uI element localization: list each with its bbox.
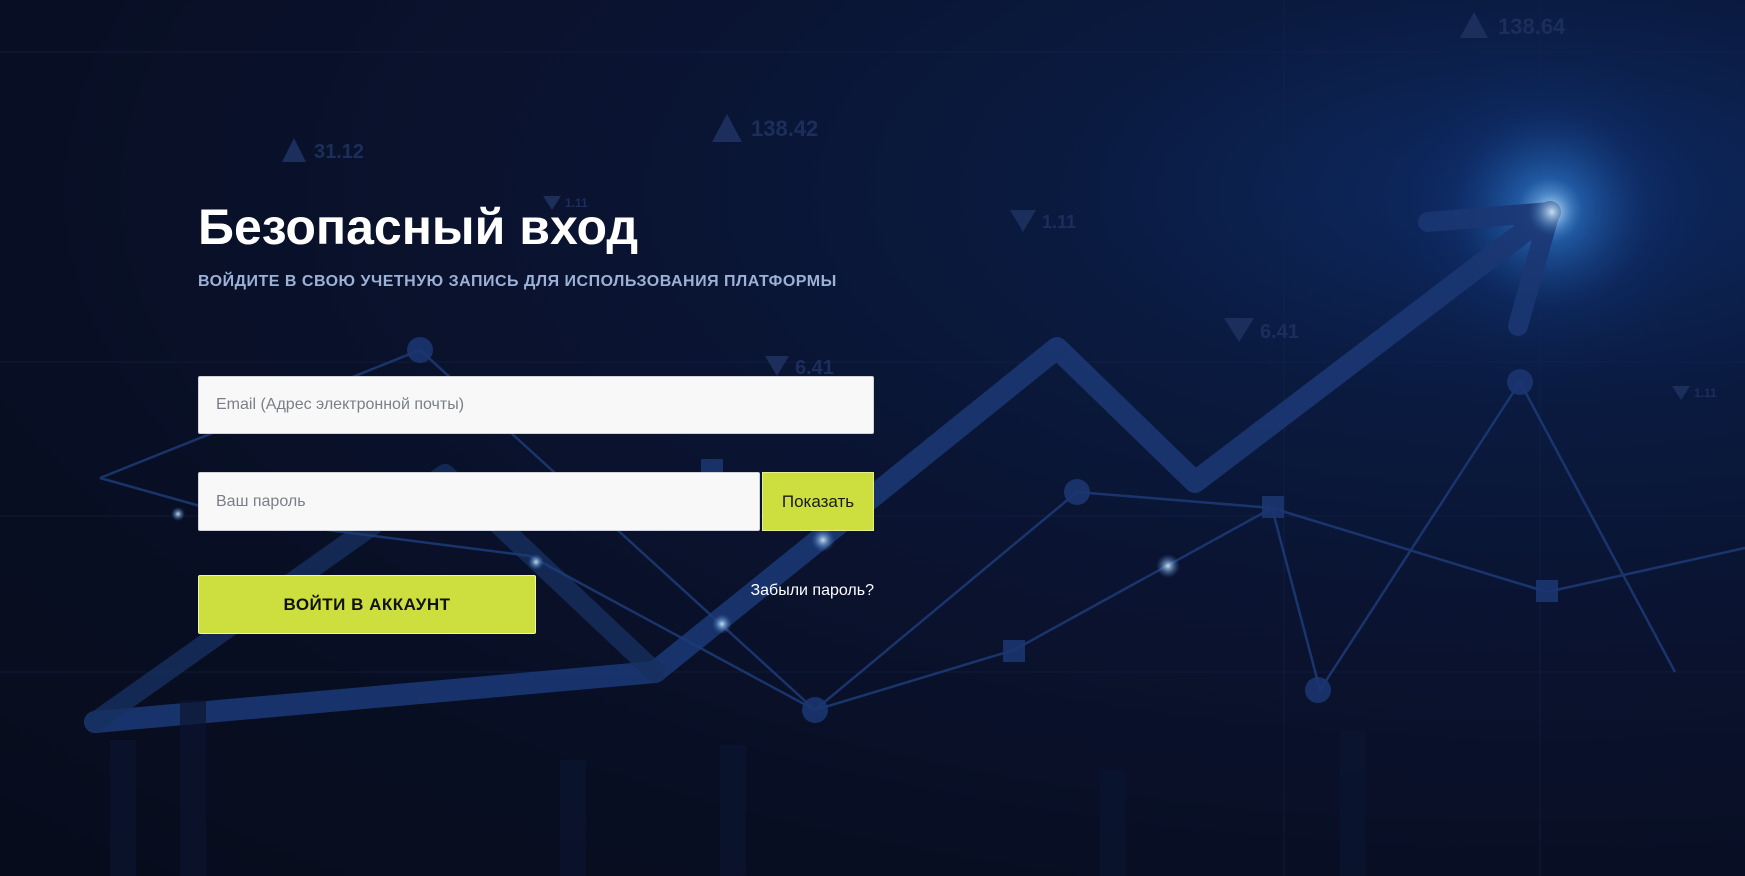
page-subtitle: ВОЙДИТЕ В СВОЮ УЧЕТНУЮ ЗАПИСЬ ДЛЯ ИСПОЛЬ… [198,273,837,290]
login-form: Безопасный вход ВОЙДИТЕ В СВОЮ УЧЕТНУЮ З… [198,199,874,634]
email-field[interactable] [198,376,874,434]
ticker-up-icon [712,114,742,142]
login-button[interactable]: ВОЙТИ В АККАУНТ [198,575,536,634]
ticker-up-icon [282,138,306,162]
ticker-down-icon [1224,318,1254,342]
password-field[interactable] [198,472,760,531]
password-row: Показать [198,472,874,531]
background-bars [110,700,1366,876]
ticker-value: 31.12 [314,141,364,163]
ticker-up-icon [1460,12,1488,38]
spark-effect [1528,188,1576,236]
login-page: 138.64 138.42 31.12 1.11 6.41 6.41 1.11 … [0,0,1745,876]
forgot-password-link[interactable]: Забыли пароль? [750,582,874,600]
ticker-value: 1.11 [1694,386,1717,400]
page-title: Безопасный вход [198,199,639,255]
ticker-value: 138.64 [1498,14,1566,39]
ticker-value: 138.42 [751,116,818,141]
ticker-value: 1.11 [1042,212,1076,232]
background-chart: 138.64 138.42 31.12 1.11 6.41 6.41 1.11 … [0,0,1745,876]
ticker-down-icon [765,356,789,376]
ticker-down-icon [1672,386,1690,400]
ticker-value: 6.41 [1260,321,1299,343]
ticker-down-icon [1010,210,1036,232]
show-password-button[interactable]: Показать [762,472,874,531]
